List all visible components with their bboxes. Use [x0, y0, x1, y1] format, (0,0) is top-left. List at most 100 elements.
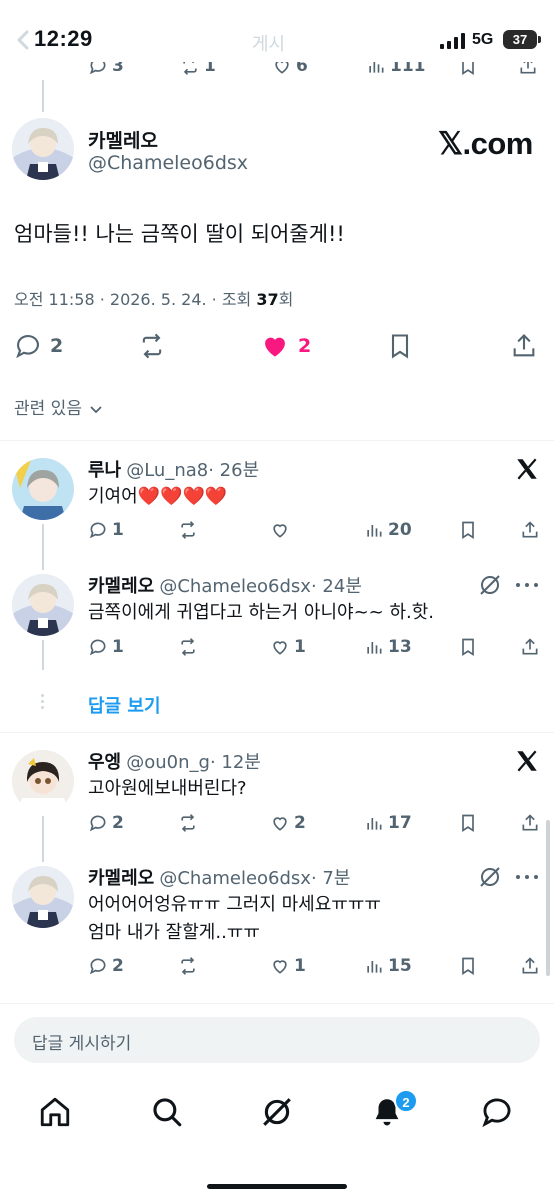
grok-icon[interactable]	[478, 573, 502, 597]
messages-icon[interactable]	[480, 1095, 514, 1129]
view-count: 20	[388, 520, 412, 540]
reply-author-handle[interactable]: @ou0n_g	[126, 752, 210, 773]
reply-count: 2	[112, 956, 124, 976]
bookmark-icon[interactable]	[458, 956, 478, 976]
reply-icon[interactable]	[14, 332, 42, 360]
status-time: 12:29	[34, 26, 93, 51]
heart-icon[interactable]	[270, 637, 290, 657]
post-meta: 오전 11:58 · 2026. 5. 24. · 조회 37회	[14, 286, 293, 310]
repost-icon[interactable]	[178, 637, 198, 657]
reply-text-line-1: 어어어어엉유ㅠㅠ 그러지 마세요ㅠㅠㅠ	[88, 894, 381, 915]
heart-filled-icon[interactable]	[260, 332, 290, 360]
battery-nub	[538, 36, 541, 43]
reply-actions: 2 2 17	[88, 813, 540, 837]
grok-icon[interactable]	[478, 865, 502, 889]
views-icon[interactable]	[364, 956, 384, 976]
reply-author-handle[interactable]: @Lu_na8	[126, 460, 208, 481]
more-options-icon[interactable]	[514, 580, 540, 590]
thread-line	[42, 640, 44, 670]
reply-icon[interactable]	[88, 62, 108, 76]
reply-icon[interactable]	[88, 520, 108, 540]
author-avatar[interactable]	[12, 118, 74, 180]
share-icon[interactable]	[510, 332, 538, 360]
reply-actions: 2 1 15	[88, 956, 540, 980]
home-indicator[interactable]	[207, 1184, 347, 1189]
share-icon[interactable]	[520, 520, 540, 540]
reply-actions: 1 20	[88, 520, 540, 544]
reply-avatar[interactable]	[12, 866, 74, 928]
sort-replies-dropdown[interactable]: 관련 있음	[14, 394, 103, 419]
views-icon[interactable]	[364, 637, 384, 657]
heart-icon[interactable]	[272, 62, 292, 76]
thread-line	[42, 816, 44, 862]
show-replies-link[interactable]: 답글 보기	[88, 692, 161, 718]
x-logo-icon	[517, 458, 537, 480]
post-meta-timestamp: 오전 11:58 · 2026. 5. 24. · 조회	[14, 290, 257, 309]
post-meta-suffix: 회	[278, 290, 294, 309]
share-icon[interactable]	[518, 62, 538, 76]
thread-line	[42, 524, 44, 570]
reply-author-name[interactable]: 카멜레오	[88, 868, 154, 889]
more-options-icon[interactable]	[514, 872, 540, 882]
reply-icon[interactable]	[88, 956, 108, 976]
bookmark-icon[interactable]	[458, 813, 478, 833]
reply-author-name[interactable]: 카멜레오	[88, 576, 154, 597]
thread-line	[42, 80, 44, 112]
reply-author-handle[interactable]: @Chameleo6dsx	[159, 868, 311, 889]
reply-avatar[interactable]	[12, 458, 74, 520]
share-icon[interactable]	[520, 956, 540, 976]
heart-icon[interactable]	[270, 520, 290, 540]
reply-author-name[interactable]: 루나	[88, 460, 121, 481]
post-actions-bar: 2 2	[0, 330, 554, 366]
view-count: 15	[388, 956, 412, 976]
sort-label: 관련 있음	[14, 399, 82, 419]
reply-icon[interactable]	[88, 813, 108, 833]
heart-icon[interactable]	[270, 813, 290, 833]
reply-text-line-2: 엄마 내가 잘할게..ㅠㅠ	[88, 922, 260, 943]
scrollbar-thumb[interactable]	[546, 820, 550, 976]
reply-header: 우엥 @ou0n_g· 12분	[88, 748, 261, 774]
back-arrow-icon[interactable]	[16, 30, 30, 50]
author-name[interactable]: 카멜레오	[88, 126, 158, 153]
repost-icon[interactable]	[178, 520, 198, 540]
share-icon[interactable]	[520, 813, 540, 833]
reply-icon[interactable]	[88, 637, 108, 657]
reply-text: 금쪽이에게 귀엽다고 하는거 아니야~~ 하.핫.	[88, 602, 435, 623]
bottom-nav	[0, 1088, 554, 1138]
like-count: 2	[294, 813, 306, 833]
post-view-count: 37	[256, 290, 279, 309]
author-handle[interactable]: @Chameleo6dsx	[88, 152, 248, 174]
prev-view-count: 111	[390, 62, 426, 76]
home-icon[interactable]	[38, 1095, 72, 1129]
heart-icon[interactable]	[270, 956, 290, 976]
views-icon[interactable]	[366, 62, 386, 76]
divider	[0, 732, 554, 733]
bookmark-icon[interactable]	[386, 332, 414, 360]
repost-icon[interactable]	[178, 813, 198, 833]
reply-time: · 7분	[310, 868, 351, 889]
bookmark-icon[interactable]	[458, 62, 478, 76]
reply-count: 2	[50, 335, 64, 357]
grok-icon[interactable]	[260, 1095, 294, 1129]
reply-avatar[interactable]	[12, 750, 74, 812]
reply-author-handle[interactable]: @Chameleo6dsx	[159, 576, 311, 597]
repost-icon[interactable]	[136, 332, 168, 360]
network-label: 5G	[472, 31, 494, 48]
share-icon[interactable]	[520, 637, 540, 657]
repost-icon[interactable]	[180, 62, 200, 76]
bookmark-icon[interactable]	[458, 637, 478, 657]
reply-time: · 26분	[208, 460, 260, 481]
prev-repost-count: 1	[204, 62, 216, 76]
repost-icon[interactable]	[178, 956, 198, 976]
divider	[0, 1003, 554, 1004]
reply-header: 카멜레오 @Chameleo6dsx· 7분	[88, 864, 350, 890]
views-icon[interactable]	[364, 520, 384, 540]
notification-badge: 2	[394, 1089, 418, 1113]
reply-avatar[interactable]	[12, 574, 74, 636]
search-icon[interactable]	[150, 1095, 184, 1129]
reply-text: 기여어❤️❤️❤️❤️	[88, 486, 228, 507]
reply-input[interactable]: 답글 게시하기	[14, 1017, 540, 1063]
reply-author-name[interactable]: 우엥	[88, 752, 121, 773]
bookmark-icon[interactable]	[458, 520, 478, 540]
views-icon[interactable]	[364, 813, 384, 833]
